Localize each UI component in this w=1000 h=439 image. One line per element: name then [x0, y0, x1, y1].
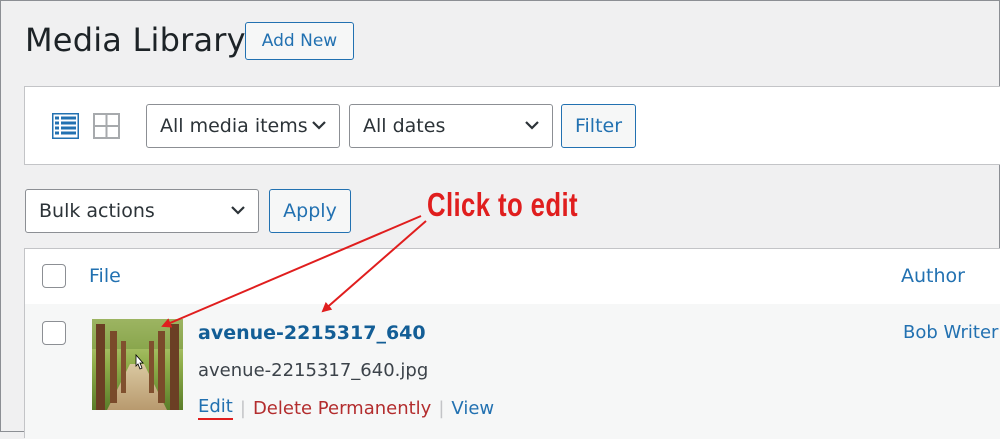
- bulk-actions-select[interactable]: Bulk actions: [25, 189, 259, 233]
- media-title-link[interactable]: avenue-2215317_640: [198, 322, 426, 344]
- table-row: avenue-2215317_640 avenue-2215317_640.jp…: [25, 304, 1000, 439]
- media-type-select[interactable]: All media items: [146, 104, 340, 148]
- action-separator: |: [438, 397, 445, 419]
- media-thumbnail[interactable]: [92, 319, 183, 410]
- chevron-down-icon: [231, 206, 245, 215]
- media-type-select-value: All media items: [160, 115, 308, 137]
- add-new-button[interactable]: Add New: [245, 22, 354, 60]
- row-checkbox[interactable]: [42, 321, 66, 345]
- dates-select[interactable]: All dates: [349, 104, 553, 148]
- dates-select-value: All dates: [363, 115, 446, 137]
- apply-button[interactable]: Apply: [269, 189, 351, 233]
- media-filename: avenue-2215317_640.jpg: [198, 360, 429, 381]
- bulk-actions-value: Bulk actions: [39, 200, 155, 222]
- view-link[interactable]: View: [451, 398, 494, 419]
- annotation-label: Click to edit: [427, 186, 578, 223]
- row-actions: Edit | Delete Permanently | View: [198, 396, 494, 420]
- edit-link[interactable]: Edit: [198, 396, 233, 420]
- filter-button[interactable]: Filter: [561, 104, 636, 148]
- delete-permanently-link[interactable]: Delete Permanently: [253, 398, 431, 419]
- page-title: Media Library: [25, 21, 246, 59]
- media-table: File Author avenue-2215317_640 avenue-22…: [24, 248, 1000, 439]
- select-all-checkbox[interactable]: [42, 264, 66, 288]
- table-header: File Author: [25, 249, 1000, 305]
- chevron-down-icon: [525, 121, 539, 130]
- chevron-down-icon: [312, 121, 326, 130]
- column-header-file[interactable]: File: [89, 265, 121, 287]
- grid-view-icon[interactable]: [93, 113, 120, 139]
- filter-bar: All media items All dates Filter: [24, 86, 1000, 165]
- list-view-icon[interactable]: [52, 113, 79, 139]
- column-header-author[interactable]: Author: [901, 265, 965, 287]
- author-link[interactable]: Bob Writer: [903, 322, 998, 343]
- action-separator: |: [239, 397, 246, 419]
